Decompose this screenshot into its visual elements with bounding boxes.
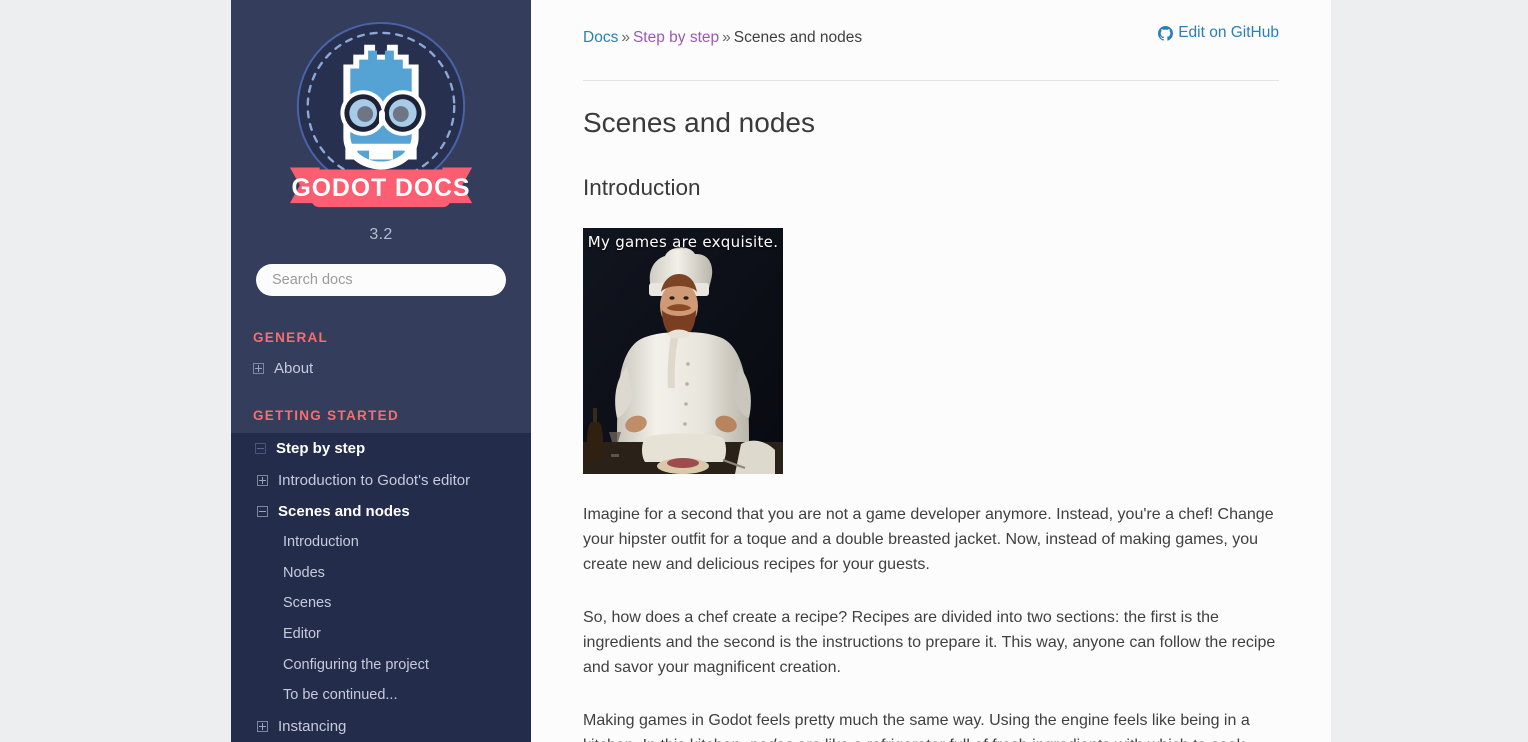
sidebar-item-label: Introduction to Godot's editor xyxy=(278,471,471,489)
sidebar-item-label: Configuring the project xyxy=(283,656,429,673)
sidebar-item-label: Introduction xyxy=(283,534,359,550)
sidebar-item-label: Editor xyxy=(283,626,321,643)
sidebar-item-label: To be continued... xyxy=(283,687,398,704)
sidebar-item-label: Step by step xyxy=(276,440,366,458)
expand-plus-icon[interactable] xyxy=(257,721,268,733)
meme-overlay-text: My games are exquisite. xyxy=(587,233,779,252)
sidebar-subitem-editor[interactable]: Editor xyxy=(231,619,531,650)
svg-text:GODOT DOCS: GODOT DOCS xyxy=(291,175,470,202)
expand-plus-icon[interactable] xyxy=(257,474,268,486)
nav-caption-getting-started: GETTING STARTED xyxy=(231,398,531,434)
sidebar-item-instancing[interactable]: Instancing xyxy=(231,711,531,742)
breadcrumb-current: Scenes and nodes xyxy=(733,29,863,46)
godot-docs-logo: GODOT DOCS xyxy=(282,18,480,214)
sidebar-item-label: Instancing xyxy=(278,718,347,736)
sidebar-item-label: Nodes xyxy=(283,564,325,581)
sidebar-item-scenes-and-nodes[interactable]: Scenes and nodes xyxy=(231,496,531,527)
sidebar-item-label: Scenes and nodes xyxy=(278,502,410,520)
collapse-minus-icon[interactable] xyxy=(255,443,266,455)
sidebar-logo-link[interactable]: GODOT DOCS xyxy=(231,0,531,214)
sidebar-subitem-configuring-the-project[interactable]: Configuring the project xyxy=(231,650,531,681)
sidebar-item-about[interactable]: About xyxy=(231,353,531,384)
edit-on-github-label: Edit on GitHub xyxy=(1178,24,1279,41)
collapse-minus-icon[interactable] xyxy=(257,505,268,517)
chef-meme-image: My games are exquisite. xyxy=(583,228,783,475)
paragraph-3-part-b: are like a refrigerator full of fresh in… xyxy=(793,737,1249,742)
paragraph-1: Imagine for a second that you are not a … xyxy=(583,506,1274,574)
breadcrumb-separator: » xyxy=(621,29,630,46)
sidebar-item-step-by-step[interactable]: Step by step xyxy=(231,433,531,464)
paragraph-3: Making games in Godot feels pretty much … xyxy=(583,708,1279,742)
content-topbar: Docs» Step by step» Scenes and nodes Edit … xyxy=(583,24,1279,62)
search-input[interactable] xyxy=(256,264,506,296)
sidebar: GODOT DOCS 3.2 GENERAL About GETTING STA… xyxy=(231,0,531,742)
edit-on-github-link[interactable]: Edit on GitHub xyxy=(1158,24,1279,42)
sidebar-item-label: About xyxy=(274,360,314,377)
breadcrumb-step-by-step[interactable]: Step by step xyxy=(633,29,719,46)
section-heading-introduction: Introduction xyxy=(583,175,701,200)
page-title: Scenes and nodes xyxy=(583,107,815,138)
github-icon xyxy=(1158,25,1174,41)
sidebar-active-section: Step by step Introduction to Godot's edi… xyxy=(231,433,531,742)
sidebar-item-label: Scenes xyxy=(283,595,332,612)
sidebar-nav: GENERAL About GETTING STARTED Step by st… xyxy=(231,322,531,742)
sidebar-subitem-to-be-continued[interactable]: To be continued... xyxy=(231,680,531,711)
breadcrumb-divider xyxy=(583,80,1279,81)
sidebar-item-introduction-to-godots-editor[interactable]: Introduction to Godot's editor xyxy=(231,465,531,496)
paragraph-3-emphasis-nodes: nodes xyxy=(749,737,793,742)
page-root: GODOT DOCS 3.2 GENERAL About GETTING STA… xyxy=(0,0,1528,742)
sidebar-subitem-nodes[interactable]: Nodes xyxy=(231,558,531,589)
nav-caption-general: GENERAL xyxy=(253,330,329,345)
content-area: Docs» Step by step» Scenes and nodes Edit … xyxy=(531,0,1331,742)
breadcrumb-separator: » xyxy=(722,29,731,46)
sidebar-subitem-introduction[interactable]: Introduction xyxy=(231,527,531,558)
breadcrumb-docs[interactable]: Docs xyxy=(583,29,618,46)
paragraph-2: So, how does a chef create a recipe? Rec… xyxy=(583,609,1276,677)
version-label: 3.2 xyxy=(369,226,393,243)
expand-plus-icon[interactable] xyxy=(253,363,264,375)
sidebar-subitem-scenes[interactable]: Scenes xyxy=(231,588,531,619)
